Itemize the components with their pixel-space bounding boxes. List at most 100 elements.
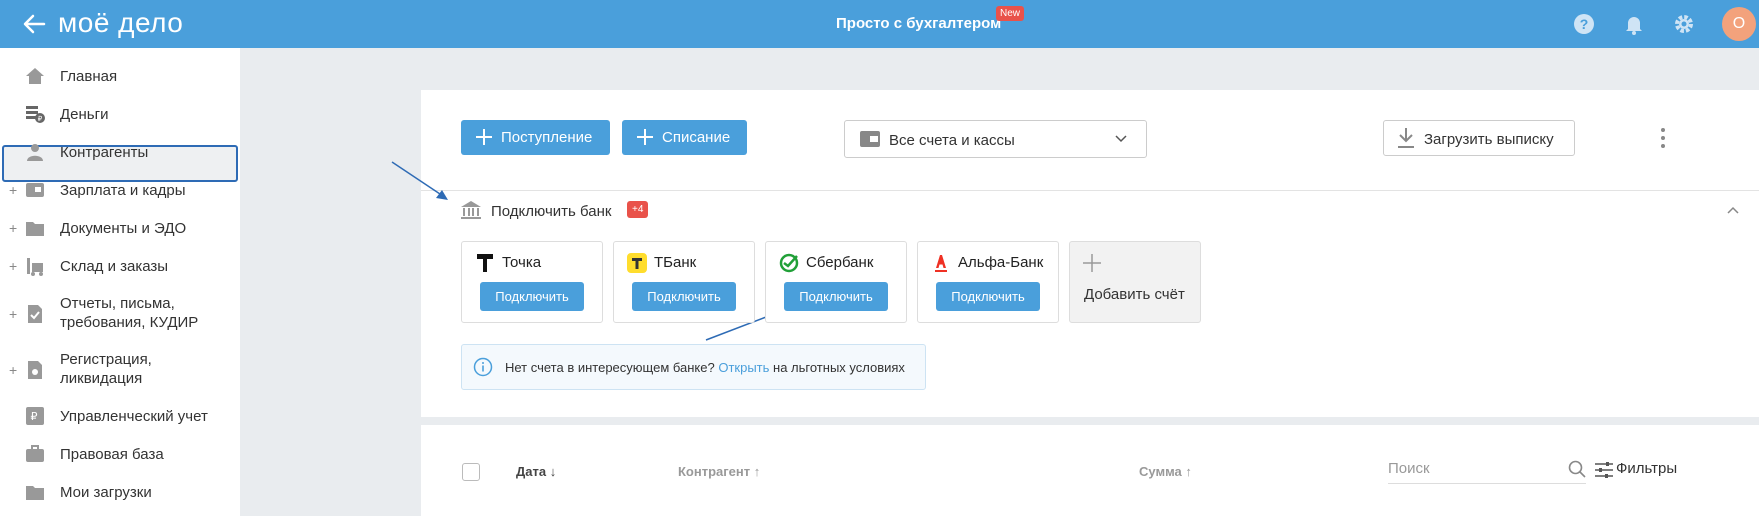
wallet-icon [860,131,880,147]
tbank-logo-icon [627,253,647,273]
sidebar-item-label-line2: требования, КУДИР [60,314,199,331]
sidebar-item-downloads[interactable]: Мои загрузки [0,480,240,504]
connect-tbank-button[interactable]: Подключить [632,282,736,311]
sidebar-item-label: Документы и ЭДО [60,220,187,237]
connect-tochka-button[interactable]: Подключить [480,282,584,311]
annotation-arrow-icon [391,161,448,200]
folder-icon [26,222,44,236]
home-icon [26,68,44,84]
sidebar-item-label: Отчеты, письма, [60,295,175,312]
accounts-select[interactable]: Все счета и кассы [844,120,1147,158]
promo-title[interactable]: Просто с бухгалтером [836,15,1001,32]
svg-text:?: ? [1580,16,1589,32]
sidebar-item-label: Деньги [60,106,109,123]
tochka-logo-icon [477,254,493,272]
briefcase-icon [26,445,44,462]
connect-bank-title[interactable]: Подключить банк [491,203,611,220]
app-logo[interactable]: моё дело [58,7,183,39]
search-icon[interactable] [1568,460,1586,478]
sidebar-item-label: Мои загрузки [60,484,152,501]
bank-name: Сбербанк [806,254,874,271]
person-icon [27,144,43,161]
sidebar-item-salary[interactable]: + Зарплата и кадры [0,178,240,202]
sidebar-item-legal[interactable]: Правовая база [0,442,240,466]
select-all-checkbox[interactable] [462,463,480,481]
sidebar-item-management[interactable]: ₽ Управленческий учет [0,404,240,428]
settings-gear-icon[interactable] [1672,12,1696,36]
section-divider [421,190,1759,191]
back-arrow-icon[interactable] [18,8,50,40]
help-icon[interactable]: ? [1572,12,1596,36]
warehouse-icon [27,258,43,276]
plus-icon [1083,254,1101,272]
sidebar-item-label: Контрагенты [60,144,149,161]
sidebar-item-main[interactable]: Главная [0,64,240,88]
more-vertical-icon[interactable] [1659,126,1667,150]
more-banks-badge: +4 [627,201,649,218]
add-expense-label: Списание [662,129,731,146]
chevron-up-icon[interactable] [1727,206,1739,214]
sidebar-item-label: Склад и заказы [60,258,169,275]
plus-icon [637,129,653,145]
sidebar-item-registration[interactable]: + Регистрация, ликвидация [0,348,240,392]
column-date-header[interactable]: Дата ↓ [516,464,556,479]
sidebar-item-label-line2: ликвидация [60,370,143,387]
sidebar-item-label: Зарплата и кадры [60,182,186,199]
id-card-icon [26,183,44,197]
expand-plus-icon[interactable]: + [9,362,17,378]
money-icon: ₽ [26,106,45,123]
expand-plus-icon[interactable]: + [9,258,17,274]
sidebar-item-documents[interactable]: + Документы и ЭДО [0,216,240,240]
plus-icon [476,129,492,145]
connect-sberbank-button[interactable]: Подключить [784,282,888,311]
bank-name: Точка [502,254,542,271]
chevron-down-icon [1115,135,1127,143]
info-text-end: на льготных условиях [773,360,905,375]
folder-icon [26,486,44,500]
sberbank-logo-icon [779,253,799,273]
bank-name: Альфа-Банк [958,254,1044,271]
add-income-label: Поступление [501,129,593,146]
sidebar-item-warehouse[interactable]: + Склад и заказы [0,254,240,278]
sidebar-item-label: Регистрация, [60,351,152,368]
column-sum-header[interactable]: Сумма ↑ [1139,464,1192,479]
open-account-link[interactable]: Открыть [718,360,769,375]
user-avatar[interactable]: О [1722,7,1756,41]
accounts-select-value: Все счета и кассы [889,132,1015,149]
registration-icon [28,361,42,379]
open-account-info: Нет счета в интересующем банке? Открыть … [461,344,926,390]
filters-button[interactable]: Фильтры [1616,460,1677,477]
bank-card-tochka: Точка Подключить [461,241,603,323]
ruble-chart-icon: ₽ [26,407,44,425]
column-contractor-header[interactable]: Контрагент ↑ [678,464,760,479]
bank-name: ТБанк [654,254,697,271]
bank-card-sberbank: Сбербанк Подключить [765,241,907,323]
expand-plus-icon[interactable]: + [9,306,17,322]
sidebar-item-label: Главная [60,68,118,85]
add-income-button[interactable]: Поступление [461,120,610,155]
sidebar-item-contractors[interactable]: Контрагенты [0,140,240,164]
connect-alfabank-button[interactable]: Подключить [936,282,1040,311]
add-account-card[interactable]: Добавить счёт [1069,241,1201,323]
filter-sliders-icon[interactable] [1594,461,1614,479]
info-text: Нет счета в интересующем банке? [505,360,715,375]
search-placeholder: Поиск [1388,460,1430,477]
sidebar-item-money[interactable]: ₽ Деньги [0,102,240,126]
bell-icon[interactable] [1622,12,1646,36]
svg-text:₽: ₽ [31,411,38,423]
add-account-label: Добавить счёт [1084,286,1185,303]
expand-plus-icon[interactable]: + [9,220,17,236]
svg-text:₽: ₽ [38,115,43,123]
sidebar-item-label: Правовая база [60,446,164,463]
sidebar-item-label: Управленческий учет [60,408,208,425]
report-icon [28,305,42,323]
sidebar: Главная ₽ Деньги Контрагенты + Зарплата … [0,48,240,516]
sidebar-item-reports[interactable]: + Отчеты, письма, требования, КУДИР [0,292,240,336]
add-expense-button[interactable]: Списание [622,120,747,155]
bank-card-alfabank: Альфа-Банк Подключить [917,241,1059,323]
bank-building-icon [461,201,481,219]
upload-statement-label: Загрузить выписку [1424,131,1554,148]
search-input[interactable]: Поиск [1388,458,1586,484]
expand-plus-icon[interactable]: + [9,182,17,198]
upload-statement-button[interactable]: Загрузить выписку [1383,120,1575,156]
